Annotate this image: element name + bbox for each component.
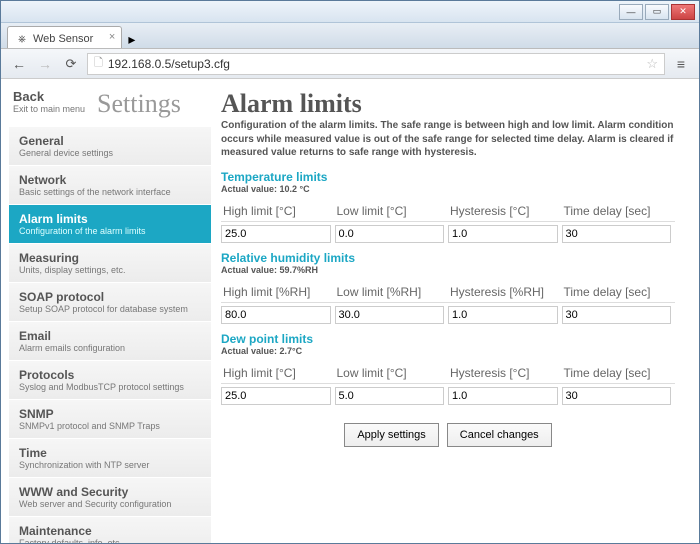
sidebar-item-sub: Factory defaults, info, etc. [19,538,201,543]
favicon-icon: ⎈ [16,33,28,45]
forward-icon[interactable]: → [35,54,55,74]
sidebar-item-title: Alarm limits [19,212,201,226]
temp-high-input[interactable] [221,225,331,243]
rh-table: High limit [%RH] Low limit [%RH] Hystere… [221,281,675,326]
back-icon[interactable]: ← [9,54,29,74]
temp-table: High limit [°C] Low limit [°C] Hysteresi… [221,200,675,245]
rh-section-title: Relative humidity limits [221,251,675,265]
sidebar-item-sub: Alarm emails configuration [19,343,201,353]
sidebar-back-sub: Exit to main menu [13,104,85,114]
sidebar-item-sub: SNMPv1 protocol and SNMP Traps [19,421,201,431]
sidebar-item-title: Protocols [19,368,201,382]
sidebar-item-title: Time [19,446,201,460]
address-bar: ← → ⟳ 🗋 192.168.0.5/setup3.cfg ☆ ≡ [1,49,699,79]
sidebar-item-sub: Web server and Security configuration [19,499,201,509]
tab-title: Web Sensor [33,33,93,45]
sidebar-item-protocols[interactable]: ProtocolsSyslog and ModbusTCP protocol s… [9,361,211,400]
sidebar-item-measuring[interactable]: MeasuringUnits, display settings, etc. [9,244,211,283]
sidebar-item-alarm-limits[interactable]: Alarm limitsConfiguration of the alarm l… [9,205,211,244]
dew-low-label: Low limit [°C] [335,362,449,384]
reload-icon[interactable]: ⟳ [61,54,81,74]
rh-actual-value: Actual value: 59.7%RH [221,265,675,275]
sidebar-back-title: Back [13,89,85,104]
rh-hyst-input[interactable] [448,306,558,324]
dew-actual-value: Actual value: 2.7°C [221,346,675,356]
sidebar-back[interactable]: Back Exit to main menu [13,89,85,114]
sidebar-item-time[interactable]: TimeSynchronization with NTP server [9,439,211,478]
sidebar-item-sub: Configuration of the alarm limits [19,226,201,236]
rh-high-label: High limit [%RH] [221,281,335,303]
sidebar-item-general[interactable]: GeneralGeneral device settings [9,127,211,166]
browser-tab[interactable]: ⎈ Web Sensor × [7,26,122,48]
rh-low-label: Low limit [%RH] [335,281,449,303]
sidebar-item-title: Maintenance [19,524,201,538]
sidebar-item-sub: General device settings [19,148,201,158]
temp-high-label: High limit [°C] [221,200,335,222]
url-input[interactable]: 🗋 192.168.0.5/setup3.cfg ☆ [87,53,665,75]
sidebar-item-sub: Synchronization with NTP server [19,460,201,470]
cancel-button[interactable]: Cancel changes [447,423,552,447]
dew-delay-label: Time delay [sec] [562,362,676,384]
maximize-button[interactable]: ▭ [645,4,669,20]
sidebar-item-title: Network [19,173,201,187]
dew-hyst-label: Hysteresis [°C] [448,362,562,384]
sidebar: Back Exit to main menu Settings GeneralG… [1,79,211,543]
sidebar-item-title: Measuring [19,251,201,265]
sidebar-item-sub: Basic settings of the network interface [19,187,201,197]
dew-delay-input[interactable] [562,387,672,405]
dew-low-input[interactable] [335,387,445,405]
url-text: 192.168.0.5/setup3.cfg [108,57,230,71]
dew-section-title: Dew point limits [221,332,675,346]
sidebar-item-network[interactable]: NetworkBasic settings of the network int… [9,166,211,205]
dew-high-input[interactable] [221,387,331,405]
temp-hyst-label: Hysteresis [°C] [448,200,562,222]
tab-close-icon[interactable]: × [109,31,115,43]
rh-low-input[interactable] [335,306,445,324]
sidebar-item-www-and-security[interactable]: WWW and SecurityWeb server and Security … [9,478,211,517]
settings-heading: Settings [97,89,181,119]
window-titlebar: — ▭ ✕ [1,1,699,23]
dew-high-label: High limit [°C] [221,362,335,384]
page-description: Configuration of the alarm limits. The s… [221,119,675,160]
minimize-button[interactable]: — [619,4,643,20]
main-panel: Alarm limits Configuration of the alarm … [211,79,699,543]
temp-low-input[interactable] [335,225,445,243]
sidebar-item-title: WWW and Security [19,485,201,499]
rh-high-input[interactable] [221,306,331,324]
bookmark-star-icon[interactable]: ☆ [646,56,658,72]
sidebar-item-title: Email [19,329,201,343]
page-icon: 🗋 [94,54,103,73]
sidebar-item-sub: Syslog and ModbusTCP protocol settings [19,382,201,392]
dew-hyst-input[interactable] [448,387,558,405]
sidebar-item-sub: Units, display settings, etc. [19,265,201,275]
temp-delay-label: Time delay [sec] [562,200,676,222]
temp-hyst-input[interactable] [448,225,558,243]
sidebar-item-soap-protocol[interactable]: SOAP protocolSetup SOAP protocol for dat… [9,283,211,322]
sidebar-item-title: General [19,134,201,148]
window-close-button[interactable]: ✕ [671,4,695,20]
temp-section-title: Temperature limits [221,170,675,184]
sidebar-item-title: SOAP protocol [19,290,201,304]
temp-actual-value: Actual value: 10.2 °C [221,184,675,194]
temp-low-label: Low limit [°C] [335,200,449,222]
sidebar-item-email[interactable]: EmailAlarm emails configuration [9,322,211,361]
dew-table: High limit [°C] Low limit [°C] Hysteresi… [221,362,675,407]
new-tab-icon[interactable]: ▸ [128,31,135,48]
temp-delay-input[interactable] [562,225,672,243]
sidebar-item-snmp[interactable]: SNMPSNMPv1 protocol and SNMP Traps [9,400,211,439]
tab-bar: ⎈ Web Sensor × ▸ [1,23,699,49]
apply-button[interactable]: Apply settings [344,423,438,447]
sidebar-item-title: SNMP [19,407,201,421]
page-title: Alarm limits [221,89,675,119]
rh-delay-label: Time delay [sec] [562,281,676,303]
browser-menu-icon[interactable]: ≡ [671,54,691,74]
sidebar-item-sub: Setup SOAP protocol for database system [19,304,201,314]
sidebar-item-maintenance[interactable]: MaintenanceFactory defaults, info, etc. [9,517,211,543]
rh-hyst-label: Hysteresis [%RH] [448,281,562,303]
rh-delay-input[interactable] [562,306,672,324]
